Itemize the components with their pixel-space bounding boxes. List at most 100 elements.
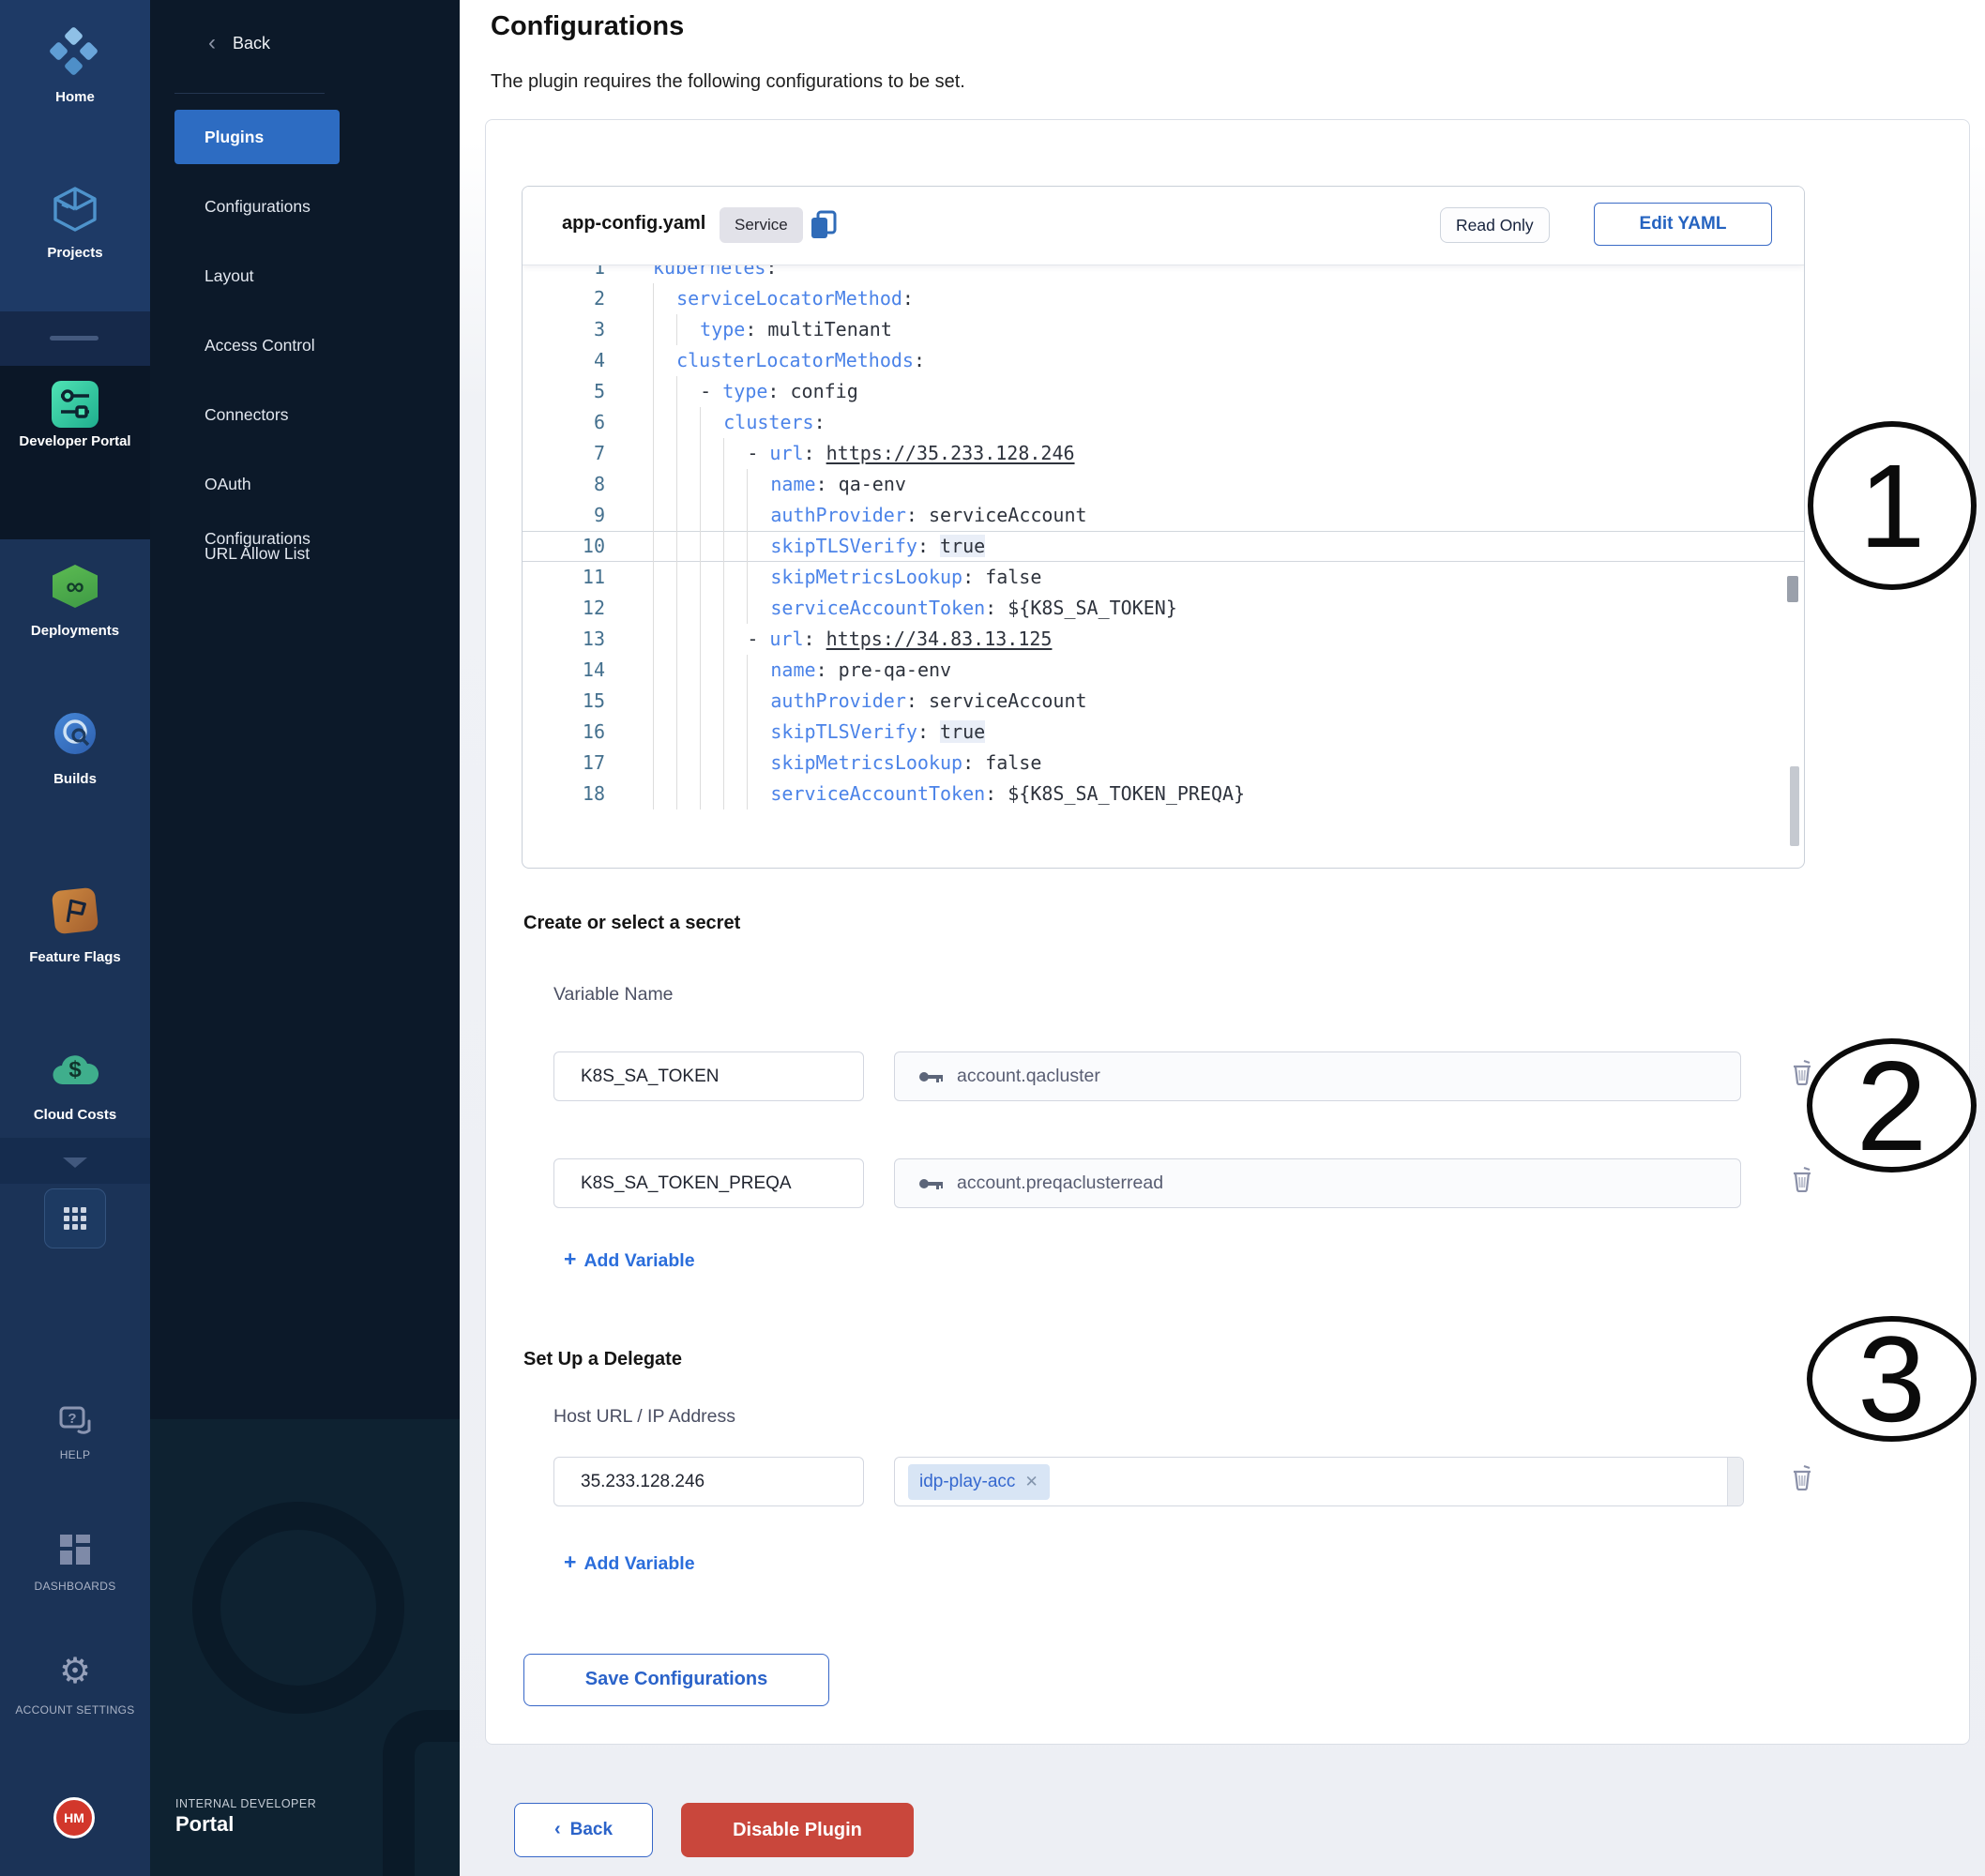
yaml-panel: 1kubernetes:2serviceLocatorMethod:3type:… xyxy=(522,186,1805,869)
sidebar-item-feature-flags[interactable]: Feature Flags xyxy=(5,949,145,967)
projects-icon[interactable] xyxy=(53,186,98,237)
menu-item-access-control[interactable]: Access Control xyxy=(174,318,340,372)
plugin-sidebar: ‹ Back Plugins Configurations Layout Access… xyxy=(150,0,460,1876)
delegate-heading: Set Up a Delegate xyxy=(523,1349,682,1370)
scrollbar-thumb[interactable] xyxy=(1787,576,1798,602)
host-url-input[interactable]: 35.233.128.246 xyxy=(553,1457,864,1506)
gear-icon[interactable]: ⚙ xyxy=(0,1653,150,1690)
builds-icon[interactable] xyxy=(54,713,96,754)
help-icon[interactable]: ? xyxy=(56,1403,96,1447)
menu-item-configurations[interactable]: Configurations xyxy=(174,179,340,234)
page-subtitle: The plugin requires the following config… xyxy=(491,71,965,93)
yaml-line-16: 16skipTLSVerify: true xyxy=(523,717,1804,748)
svg-text:$: $ xyxy=(68,1057,82,1082)
home-icon[interactable] xyxy=(49,26,98,75)
sidebar-item-deployments[interactable]: Deployments xyxy=(5,623,145,641)
sidebar-item-account-settings[interactable]: ACCOUNT SETTINGS xyxy=(5,1703,145,1717)
yaml-line-11: 11skipMetricsLookup: false xyxy=(523,562,1804,593)
host-url-label: Host URL / IP Address xyxy=(553,1406,735,1428)
sidebar-item-dashboards[interactable]: DASHBOARDS xyxy=(5,1580,145,1594)
module-sidebar: Home Projects Developer Portal ∞ Deploym… xyxy=(0,0,150,1876)
sidebar-item-help[interactable]: HELP xyxy=(5,1448,145,1462)
yaml-line-18: 18serviceAccountToken: ${K8S_SA_TOKEN_PR… xyxy=(523,779,1804,809)
sidebar-item-cloud-costs[interactable]: Cloud Costs xyxy=(5,1107,145,1125)
back-button[interactable]: ‹Back xyxy=(514,1803,653,1857)
service-badge: Service xyxy=(720,207,803,243)
menu-item-plugins[interactable]: Plugins xyxy=(174,110,340,164)
menu-item-layout[interactable]: Layout xyxy=(174,249,340,303)
plus-icon: + xyxy=(564,1247,576,1271)
main-content: Configurations The plugin requires the f… xyxy=(460,0,1985,1876)
yaml-line-15: 15authProvider: serviceAccount xyxy=(523,686,1804,717)
chevron-down-icon[interactable] xyxy=(63,1157,87,1168)
yaml-line-4: 4clusterLocatorMethods: xyxy=(523,345,1804,376)
sidebar-item-home[interactable]: Home xyxy=(5,89,145,107)
yaml-line-14: 14name: pre-qa-env xyxy=(523,655,1804,686)
menu-item-url-allow-list[interactable]: URL Allow List xyxy=(174,526,340,581)
yaml-line-6: 6clusters: xyxy=(523,407,1804,438)
menu-item-connectors[interactable]: Connectors xyxy=(174,387,340,442)
variable-name-input-1[interactable]: K8S_SA_TOKEN_PREQA xyxy=(553,1158,864,1208)
sidebar-watermark: INTERNAL DEVELOPER Portal xyxy=(150,1419,460,1876)
tag-field-scrollbar[interactable] xyxy=(1727,1458,1743,1505)
svg-text:?: ? xyxy=(68,1411,76,1427)
delete-delegate-row-button[interactable] xyxy=(1790,1464,1816,1492)
yaml-code-editor[interactable]: 1kubernetes:2serviceLocatorMethod:3type:… xyxy=(523,265,1804,868)
feature-flags-icon[interactable] xyxy=(52,887,99,935)
avatar[interactable]: HM xyxy=(53,1797,95,1838)
remove-tag-icon[interactable]: ✕ xyxy=(1024,1473,1038,1490)
copy-icon[interactable] xyxy=(809,209,839,241)
configurations-card: 1kubernetes:2serviceLocatorMethod:3type:… xyxy=(485,119,1970,1745)
portal-title: Portal xyxy=(175,1812,234,1837)
yaml-line-12: 12serviceAccountToken: ${K8S_SA_TOKEN} xyxy=(523,593,1804,624)
yaml-line-5: 5- type: config xyxy=(523,376,1804,407)
back-chevron-icon[interactable]: ‹ xyxy=(208,32,216,54)
add-variable-secret-link[interactable]: +Add Variable xyxy=(564,1247,695,1272)
back-chevron-icon: ‹ xyxy=(554,1819,561,1839)
delegate-tags-field[interactable]: idp-play-acc✕ xyxy=(894,1457,1744,1506)
apps-grid-button[interactable] xyxy=(44,1188,106,1248)
yaml-line-7: 7- url: https://35.233.128.246 xyxy=(523,438,1804,469)
yaml-line-17: 17skipMetricsLookup: false xyxy=(523,748,1804,779)
dashboards-icon[interactable] xyxy=(58,1533,92,1571)
sidebar-item-builds[interactable]: Builds xyxy=(5,771,145,789)
yaml-line-3: 3type: multiTenant xyxy=(523,314,1804,345)
sidebar-bottom-section xyxy=(0,1184,150,1876)
portal-kicker: INTERNAL DEVELOPER xyxy=(175,1797,316,1810)
annotation-circle-2: 2 xyxy=(1807,1038,1977,1172)
variable-name-input-0[interactable]: K8S_SA_TOKEN xyxy=(553,1051,864,1101)
page-title: Configurations xyxy=(491,11,684,42)
sidebar-divider-line xyxy=(174,93,325,94)
yaml-line-8: 8name: qa-env xyxy=(523,469,1804,500)
annotation-circle-3: 3 xyxy=(1807,1316,1977,1442)
scrollbar-thumb[interactable] xyxy=(1790,766,1799,846)
secret-value: account.preqaclusterread xyxy=(957,1172,1163,1194)
cloud-costs-icon[interactable]: $ xyxy=(51,1049,99,1095)
sidebar-item-developer-portal[interactable]: Developer Portal xyxy=(5,433,145,451)
secrets-heading: Create or select a secret xyxy=(523,913,740,934)
plugin-menu: Plugins Configurations Layout Access Contro… xyxy=(174,110,340,596)
sidebar-divider xyxy=(50,336,98,340)
yaml-line-13: 13- url: https://34.83.13.125 xyxy=(523,624,1804,655)
secret-select-field-1[interactable]: account.preqaclusterread xyxy=(894,1158,1741,1208)
grid-icon xyxy=(64,1207,86,1230)
menu-item-oauth-configurations[interactable]: OAuth Configurations xyxy=(174,457,340,511)
annotation-circle-1: 1 xyxy=(1808,421,1977,590)
yaml-line-10: 10skipTLSVerify: true xyxy=(523,531,1804,562)
disable-plugin-button[interactable]: Disable Plugin xyxy=(681,1803,914,1857)
edit-yaml-button[interactable]: Edit YAML xyxy=(1594,203,1772,246)
decorative-ring xyxy=(192,1502,404,1714)
yaml-line-2: 2serviceLocatorMethod: xyxy=(523,283,1804,314)
save-configurations-button[interactable]: Save Configurations xyxy=(523,1654,829,1706)
add-variable-delegate-link[interactable]: +Add Variable xyxy=(564,1550,695,1575)
back-link[interactable]: Back xyxy=(233,34,270,53)
delete-variable-button-1[interactable] xyxy=(1790,1166,1816,1194)
yaml-code-lines: 1kubernetes:2serviceLocatorMethod:3type:… xyxy=(523,265,1804,809)
secret-select-field-0[interactable]: account.qacluster xyxy=(894,1051,1741,1101)
yaml-filename: app-config.yaml xyxy=(562,213,705,234)
yaml-panel-header: app-config.yaml Service Read Only Edit Y… xyxy=(523,187,1804,265)
read-only-badge: Read Only xyxy=(1440,207,1550,243)
sidebar-item-projects[interactable]: Projects xyxy=(5,245,145,263)
delegate-tag-chip[interactable]: idp-play-acc✕ xyxy=(908,1464,1050,1500)
developer-portal-icon[interactable] xyxy=(52,381,98,428)
